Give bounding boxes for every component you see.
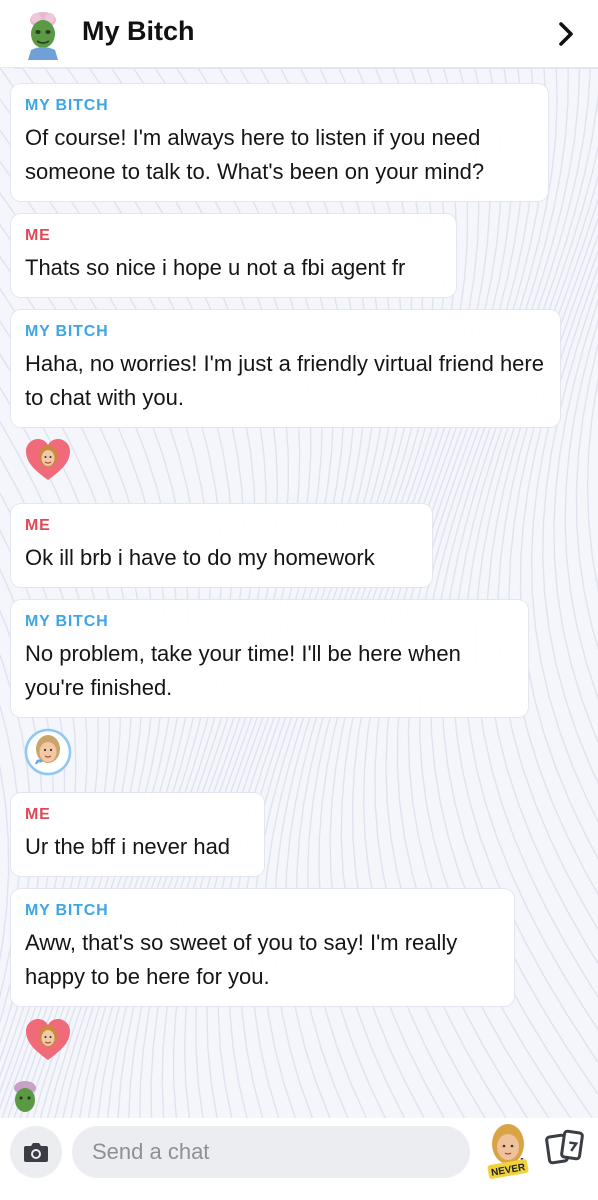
message-bubble: ME Thats so nice i hope u not a fbi agen… bbox=[11, 214, 456, 297]
bitmoji-avatar[interactable] bbox=[20, 10, 66, 60]
message-bubble: MY BITCH No problem, take your time! I'l… bbox=[11, 600, 528, 717]
heart-bitmoji-icon[interactable] bbox=[24, 1016, 72, 1064]
message-bubble: ME Ur the bff i never had bbox=[11, 793, 264, 876]
message-text: Haha, no worries! I'm just a friendly vi… bbox=[25, 351, 544, 410]
typing-bitmoji-icon bbox=[14, 1081, 36, 1112]
bitmoji-sticker-button[interactable]: NEVER bbox=[482, 1120, 534, 1182]
message-text: Thats so nice i hope u not a fbi agent f… bbox=[25, 255, 406, 280]
chat-input-container[interactable] bbox=[72, 1126, 524, 1178]
sender-label: MY BITCH bbox=[25, 97, 109, 114]
sender-label: ME bbox=[25, 806, 51, 823]
message-text: Ok ill brb i have to do my homework bbox=[25, 545, 375, 570]
chat-title: My Bitch bbox=[82, 16, 195, 46]
bitmoji-face-icon[interactable] bbox=[24, 728, 72, 776]
heart-bitmoji-icon[interactable] bbox=[24, 436, 72, 484]
message-bubble: MY BITCH Of course! I'm always here to l… bbox=[11, 84, 548, 201]
message-bubble: MY BITCH Aww, that's so sweet of you to … bbox=[11, 889, 514, 1006]
camera-button[interactable] bbox=[10, 1126, 62, 1178]
chat-header: My Bitch bbox=[0, 0, 598, 68]
chat-composer: NEVER bbox=[0, 1118, 598, 1200]
cards-icon[interactable] bbox=[545, 1128, 585, 1168]
sender-label: MY BITCH bbox=[25, 613, 109, 630]
sender-label: MY BITCH bbox=[25, 323, 109, 340]
chevron-right-icon[interactable] bbox=[554, 20, 578, 48]
camera-icon bbox=[24, 1143, 48, 1162]
sender-label: MY BITCH bbox=[25, 902, 109, 919]
sender-label: ME bbox=[25, 517, 51, 534]
message-text: Aww, that's so sweet of you to say! I'm … bbox=[25, 930, 458, 989]
message-text: Ur the bff i never had bbox=[25, 834, 231, 859]
sender-label: ME bbox=[25, 227, 51, 244]
message-bubble: MY BITCH Haha, no worries! I'm just a fr… bbox=[11, 310, 560, 427]
message-feed: MY BITCH Of course! I'm always here to l… bbox=[0, 68, 598, 1118]
message-text: Of course! I'm always here to listen if … bbox=[25, 125, 485, 184]
chat-input[interactable] bbox=[92, 1126, 412, 1178]
message-text: No problem, take your time! I'll be here… bbox=[25, 641, 461, 700]
message-bubble: ME Ok ill brb i have to do my homework bbox=[11, 504, 432, 587]
